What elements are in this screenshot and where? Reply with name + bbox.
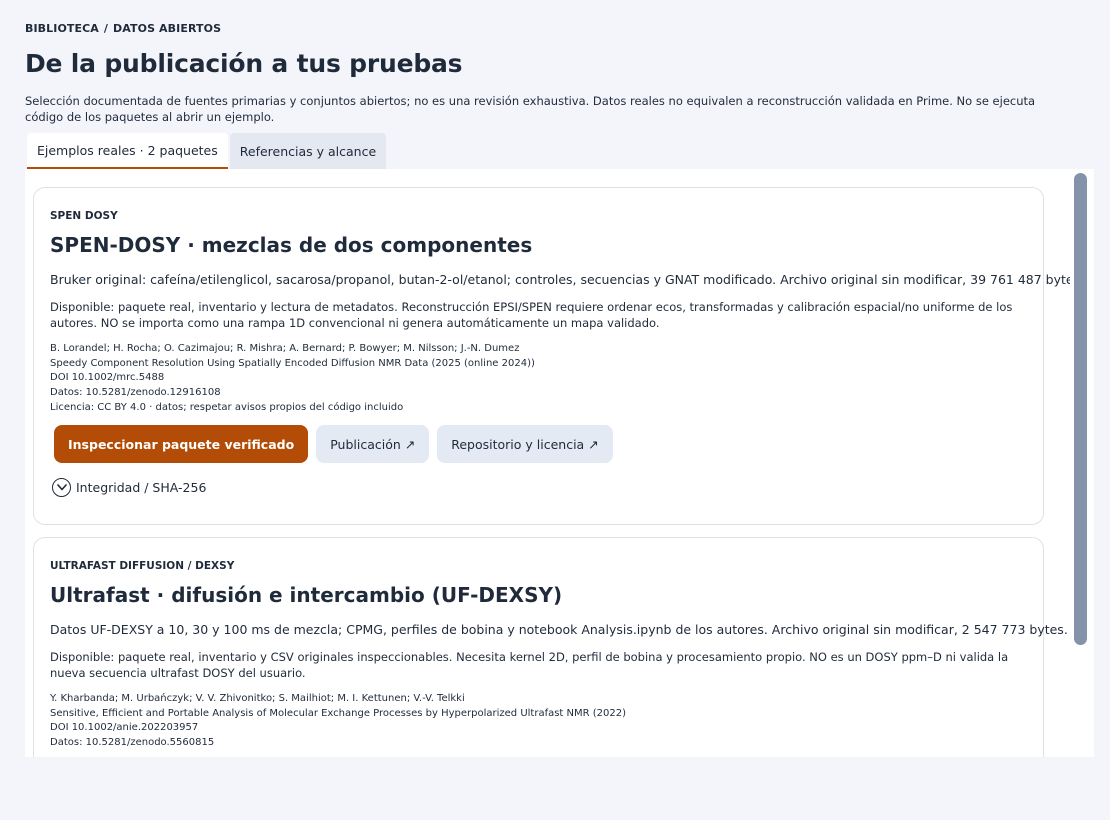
ref-authors: B. Lorandel; H. Rocha; O. Cazimajou; R. … [50,343,520,354]
card-eyebrow: SPEN DOSY [50,210,118,222]
card-availability: Disponible: paquete real, inventario y l… [50,300,1013,330]
publication-link-button[interactable]: Publicación ↗ [316,425,430,463]
ref-license: Licencia: CC BY 4.0 · datos; respetar av… [50,401,404,413]
card-references: Y. Kharbanda; M. Urbańczyk; V. V. Zhivon… [50,692,1030,751]
example-card-spen-dosy: SPEN DOSY SPEN-DOSY · mezclas de dos com… [33,187,1070,525]
card-availability: Disponible: paquete real, inventario y C… [50,650,1009,680]
chevron-down-icon [52,478,71,497]
breadcrumb-current: DATOS ABIERTOS [113,22,222,35]
card-eyebrow: ULTRAFAST DIFFUSION / DEXSY [50,560,235,572]
panel-scrollbar[interactable] [1070,169,1094,757]
ref-dataset: Datos: 10.5281/zenodo.5560815 [50,737,215,749]
breadcrumb-root[interactable]: BIBLIOTECA [25,22,99,35]
integrity-toggle[interactable]: Integridad / SHA-256 [52,478,206,497]
ref-dataset: Datos: 10.5281/zenodo.12916108 [50,387,221,399]
breadcrumb-separator: / [103,22,109,35]
ref-authors: Y. Kharbanda; M. Urbańczyk; V. V. Zhivon… [50,693,465,704]
page-title: De la publicación a tus pruebas [25,49,463,78]
card-actions: Inspeccionar paquete verificado Publicac… [54,425,621,463]
card-title: SPEN-DOSY · mezclas de dos componentes [50,233,533,257]
tab-bar: Ejemplos reales · 2 paquetes Referencias… [27,133,387,169]
page-lead: Selección documentada de fuentes primari… [25,94,1036,124]
scrollbar-thumb[interactable] [1074,173,1087,645]
integrity-label: Integridad / SHA-256 [76,480,207,495]
ref-paper-title: Speedy Component Resolution Using Spatia… [50,357,535,369]
tab-real-examples[interactable]: Ejemplos reales · 2 paquetes [27,133,228,169]
card-references: B. Lorandel; H. Rocha; O. Cazimajou; R. … [50,342,1030,416]
ref-doi: DOI 10.1002/anie.202203957 [50,722,199,734]
card-summary: Datos UF-DEXSY a 10, 30 y 100 ms de mezc… [50,622,1068,637]
example-card-uf-dexsy: ULTRAFAST DIFFUSION / DEXSY Ultrafast · … [33,537,1068,757]
breadcrumb: BIBLIOTECA / DATOS ABIERTOS [25,22,221,35]
card-title: Ultrafast · difusión e intercambio (UF-D… [50,583,563,607]
card-summary: Bruker original: cafeína/etilenglicol, s… [50,272,1070,287]
tab-references-scope[interactable]: Referencias y alcance [229,133,387,169]
repository-license-button[interactable]: Repositorio y licencia ↗ [437,425,613,463]
ref-paper-title: Sensitive, Efficient and Portable Analys… [50,707,627,719]
ref-doi: DOI 10.1002/mrc.5488 [50,372,165,384]
examples-panel: SPEN DOSY SPEN-DOSY · mezclas de dos com… [25,169,1070,757]
inspect-package-button[interactable]: Inspeccionar paquete verificado [54,425,309,463]
